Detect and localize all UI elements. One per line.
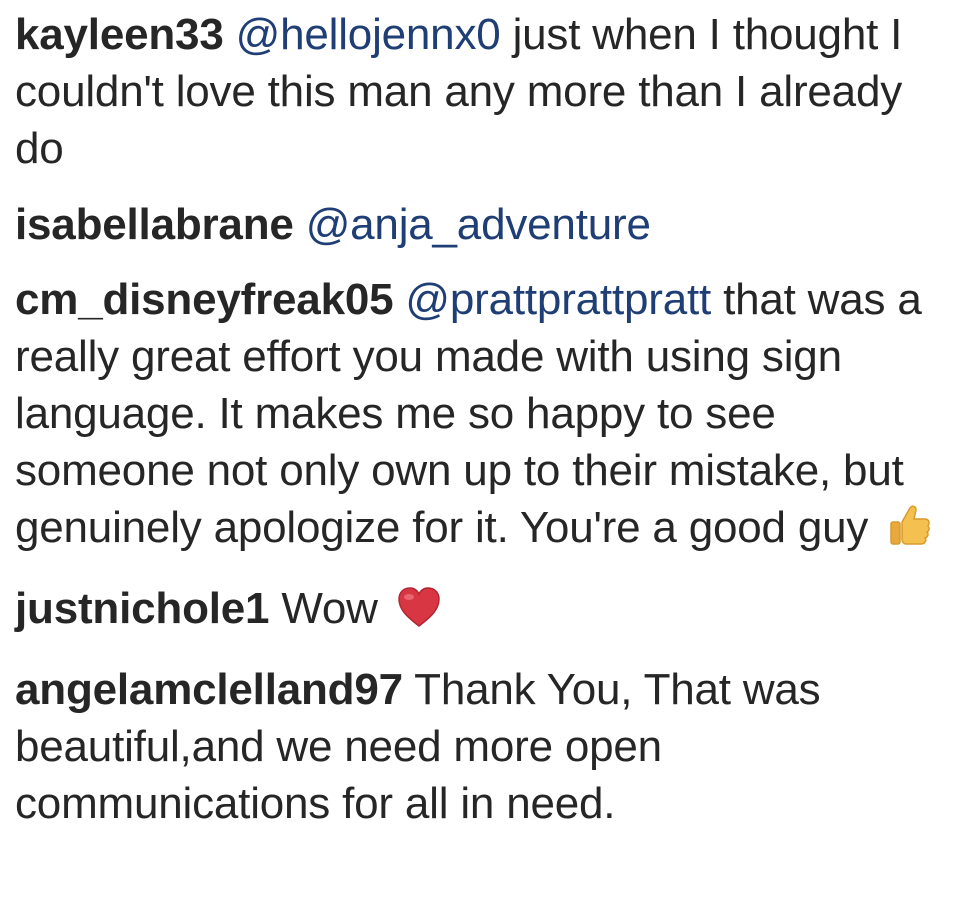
comment-item: isabellabrane @anja_adventure xyxy=(15,196,950,253)
comments-list: kayleen33 @hellojennx0 just when I thoug… xyxy=(0,0,980,898)
red-heart-icon xyxy=(396,585,442,643)
comment-username[interactable]: angelamclelland97 xyxy=(15,665,403,714)
comment-username[interactable]: kayleen33 xyxy=(15,10,224,59)
comment-mention[interactable]: @anja_adventure xyxy=(306,200,651,249)
comment-username[interactable]: isabellabrane xyxy=(15,200,294,249)
comment-item: angelamclelland97 Thank You, That was be… xyxy=(15,661,950,832)
comment-mention[interactable]: @prattprattpratt xyxy=(405,275,711,324)
thumbs-up-icon xyxy=(886,502,932,562)
comment-item: justnichole1 Wow xyxy=(15,580,950,643)
comment-username[interactable]: justnichole1 xyxy=(15,584,270,633)
comment-mention[interactable]: @hellojennx0 xyxy=(236,10,501,59)
comment-username[interactable]: cm_disneyfreak05 xyxy=(15,275,394,324)
comment-text: Wow xyxy=(281,584,378,633)
comment-item: kayleen33 @hellojennx0 just when I thoug… xyxy=(15,6,950,177)
comment-item: cm_disneyfreak05 @prattprattpratt that w… xyxy=(15,271,950,562)
